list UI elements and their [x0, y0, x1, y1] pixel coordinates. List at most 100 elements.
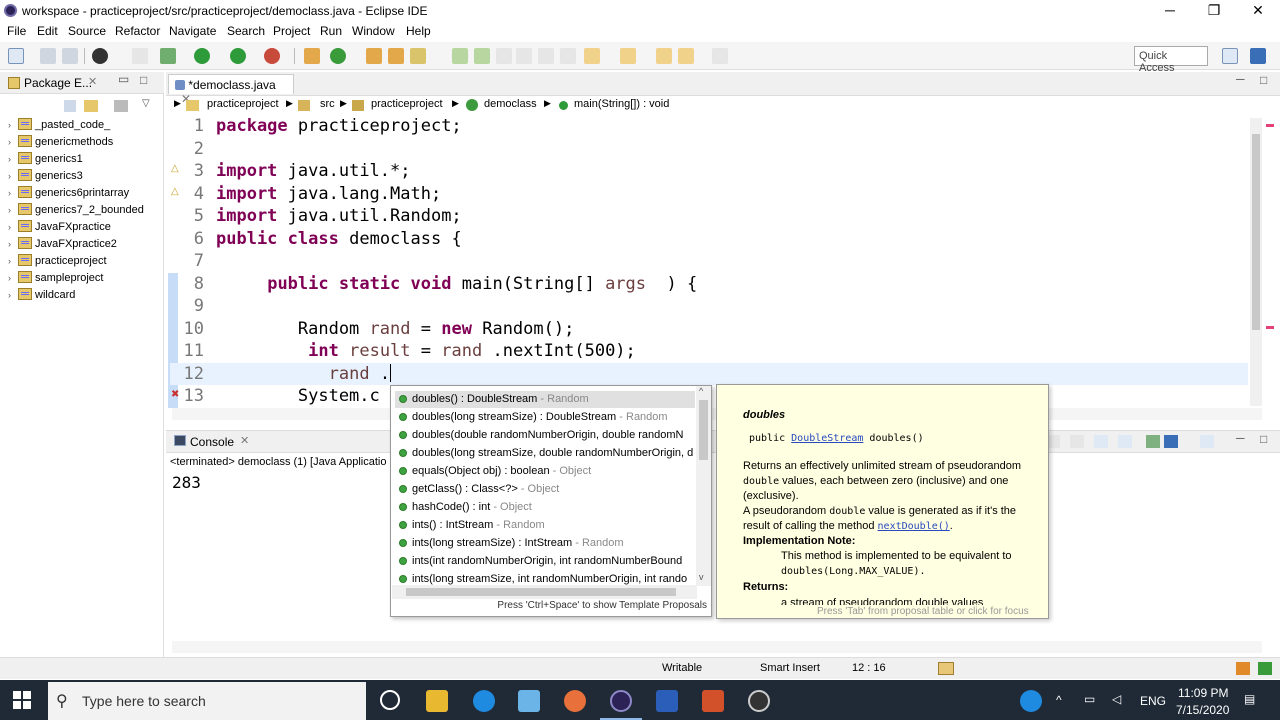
- last-edit-icon[interactable]: [656, 48, 672, 64]
- package-explorer-tab[interactable]: Package E... ✕ ▭ □: [0, 72, 164, 94]
- proposal-item[interactable]: ints() : IntStream - Random: [395, 517, 695, 534]
- code-line[interactable]: 2: [170, 138, 1170, 160]
- toggle-mark-occurrences-icon[interactable]: [452, 48, 468, 64]
- focus-icon[interactable]: [114, 100, 128, 112]
- powerpoint-icon[interactable]: [702, 690, 724, 712]
- windows-start-icon[interactable]: [12, 690, 32, 710]
- pilcrow-icon[interactable]: [560, 48, 576, 64]
- open-perspective-icon[interactable]: [1222, 48, 1238, 64]
- open-task-icon[interactable]: [388, 48, 404, 64]
- code-line[interactable]: 1 package practiceproject;: [170, 115, 1170, 137]
- maximize-editor-icon[interactable]: □: [1260, 73, 1267, 87]
- proposal-item[interactable]: hashCode() : int - Object: [395, 499, 695, 516]
- run-icon[interactable]: [194, 48, 210, 64]
- debug-icon[interactable]: [160, 48, 176, 64]
- external-tools-icon[interactable]: [264, 48, 280, 64]
- javadoc-popup[interactable]: doubles public DoubleStream doubles() Re…: [716, 384, 1049, 619]
- previous-annotation-icon[interactable]: [620, 48, 636, 64]
- chevron-up-icon[interactable]: ^: [699, 386, 703, 396]
- editor-tab[interactable]: *democlass.java ✕: [168, 74, 294, 106]
- language-indicator[interactable]: ENG: [1140, 694, 1166, 708]
- eclipse-taskbar-icon[interactable]: [610, 690, 632, 712]
- menu-navigate[interactable]: Navigate: [169, 24, 216, 38]
- edge-icon[interactable]: [473, 690, 495, 712]
- progress-icon[interactable]: [938, 662, 954, 675]
- notification-icon[interactable]: [1258, 662, 1272, 675]
- menu-edit[interactable]: Edit: [37, 24, 58, 38]
- code-line[interactable]: 6 public class democlass {: [170, 228, 1170, 250]
- tree-project-item[interactable]: › _pasted_code_: [8, 118, 110, 135]
- code-line[interactable]: 9: [170, 295, 1170, 317]
- breadcrumb-project[interactable]: practiceproject: [207, 98, 279, 110]
- close-tab-icon[interactable]: ✕: [88, 75, 97, 88]
- action-center-icon[interactable]: ▤: [1244, 692, 1255, 706]
- taskbar-search[interactable]: ⚲ Type here to search: [48, 682, 366, 720]
- debug-target-icon[interactable]: [92, 48, 108, 64]
- code-line[interactable]: 4 import java.lang.Math;: [170, 183, 1170, 205]
- word-wrap-icon[interactable]: [516, 48, 532, 64]
- proposal-item[interactable]: doubles(double randomNumberOrigin, doubl…: [395, 427, 695, 444]
- minimize-view-icon[interactable]: ─: [1236, 431, 1245, 445]
- tree-project-item[interactable]: › genericmethods: [8, 135, 113, 152]
- open-console-icon[interactable]: [1164, 435, 1178, 448]
- proposal-vscroll[interactable]: ^ v: [696, 386, 711, 586]
- code-line[interactable]: 10 Random rand = new Random();: [170, 318, 1170, 340]
- tree-project-item[interactable]: › generics7_2_bounded: [8, 203, 144, 220]
- firefox-icon[interactable]: [564, 690, 586, 712]
- forward-icon[interactable]: [712, 48, 728, 64]
- collapse-all-icon[interactable]: [64, 100, 76, 112]
- close-tab-icon[interactable]: ✕: [240, 434, 249, 447]
- new-java-project-icon[interactable]: [304, 48, 320, 64]
- app-icon[interactable]: [518, 690, 540, 712]
- view-menu-icon[interactable]: ▽: [142, 98, 150, 109]
- minimize-button[interactable]: ─: [1148, 0, 1192, 22]
- next-annotation-icon[interactable]: [584, 48, 600, 64]
- menu-search[interactable]: Search: [227, 24, 265, 38]
- tree-project-item[interactable]: › JavaFXpractice: [8, 220, 111, 237]
- chevron-down-icon[interactable]: v: [699, 572, 704, 582]
- java-perspective-icon[interactable]: [1250, 48, 1266, 64]
- toggle-highlight-icon[interactable]: [474, 48, 490, 64]
- back-icon[interactable]: [678, 48, 694, 64]
- breadcrumb-package[interactable]: practiceproject: [371, 98, 443, 110]
- proposal-item[interactable]: getClass() : Class<?> - Object: [395, 481, 695, 498]
- proposal-item[interactable]: ints(long streamSize) : IntStream - Rand…: [395, 535, 695, 552]
- proposal-item[interactable]: ints(int randomNumberOrigin, int randomN…: [395, 553, 695, 570]
- proposal-item[interactable]: doubles(long streamSize, double randomNu…: [395, 445, 695, 462]
- maximize-view-icon[interactable]: □: [1260, 432, 1267, 446]
- doc-type-link[interactable]: DoubleStream: [791, 433, 863, 444]
- menu-source[interactable]: Source: [68, 24, 106, 38]
- proposal-item[interactable]: doubles() : DoubleStream - Random: [395, 391, 695, 408]
- restore-button[interactable]: ❐: [1192, 0, 1236, 22]
- block-selection-icon[interactable]: [496, 48, 512, 64]
- new-icon[interactable]: [8, 48, 24, 64]
- clock-date[interactable]: 7/15/2020: [1176, 703, 1229, 717]
- pin-console-icon[interactable]: [1118, 435, 1132, 448]
- minimize-editor-icon[interactable]: ─: [1236, 72, 1245, 86]
- battery-icon[interactable]: ▭: [1084, 692, 1095, 706]
- doc-method-link[interactable]: nextDouble(): [878, 521, 950, 532]
- tree-project-item[interactable]: › generics3: [8, 169, 83, 186]
- console-hscroll[interactable]: [172, 641, 1262, 653]
- editor-vscroll[interactable]: [1250, 118, 1262, 406]
- menu-project[interactable]: Project: [273, 24, 310, 38]
- scroll-lock-icon[interactable]: [1070, 435, 1084, 448]
- code-line[interactable]: 3 import java.util.*;: [170, 160, 1170, 182]
- new-console-icon[interactable]: [1200, 435, 1214, 448]
- show-whitespace-icon[interactable]: [538, 48, 554, 64]
- cortana-icon[interactable]: [380, 690, 400, 710]
- console-tab-label[interactable]: Console: [190, 435, 234, 449]
- tree-project-item[interactable]: › practiceproject: [8, 254, 107, 271]
- obs-icon[interactable]: [748, 690, 770, 712]
- volume-icon[interactable]: ◁: [1112, 692, 1121, 706]
- code-line[interactable]: 8 public static void main(String[] args …: [170, 273, 1170, 295]
- word-wrap-icon[interactable]: [1094, 435, 1108, 448]
- help-icon[interactable]: [1020, 690, 1042, 712]
- save-icon[interactable]: [40, 48, 56, 64]
- breadcrumb-src[interactable]: src: [320, 98, 335, 110]
- search-icon[interactable]: [410, 48, 426, 64]
- menu-file[interactable]: File: [7, 24, 26, 38]
- save-all-icon[interactable]: [62, 48, 78, 64]
- display-console-icon[interactable]: [1146, 435, 1160, 448]
- coverage-icon[interactable]: [230, 48, 246, 64]
